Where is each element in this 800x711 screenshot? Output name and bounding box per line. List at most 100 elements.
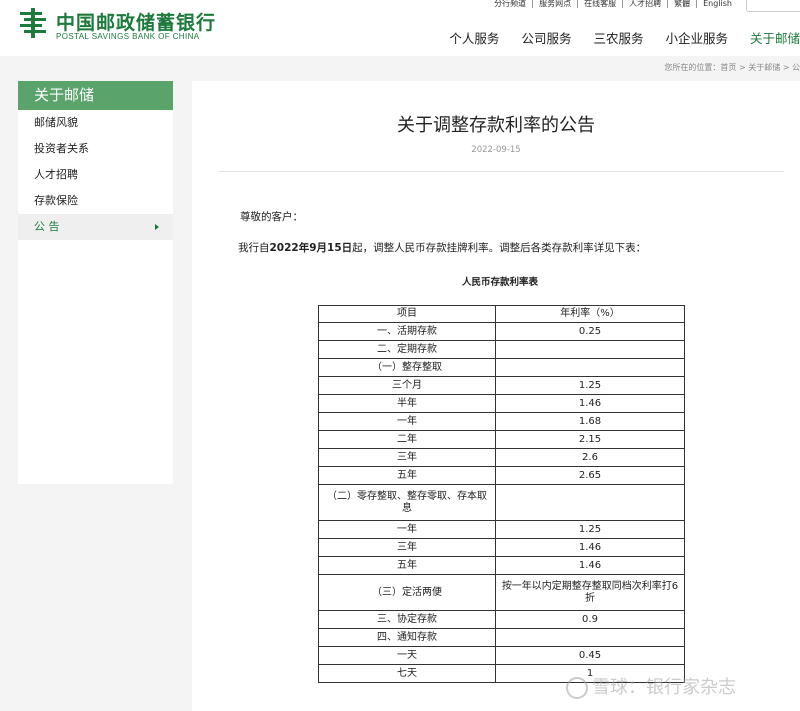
divider [218,171,784,172]
nav-personal[interactable]: 个人服务 [449,28,499,47]
sidebar: 关于邮储 邮储风貌 投资者关系 人才招聘 存款保险 公 告 [18,81,173,484]
watermark-text: 雪球：银行家杂志 [592,677,736,698]
row-item: 一年 [318,412,496,431]
brand-name-cn: 中国邮政储蓄银行 [56,12,217,34]
row-item: 一、活期存款 [318,322,496,341]
table-row: 二年 2.15 [318,430,685,449]
row-rate [495,484,685,521]
row-item: （一）整存整取 [318,358,496,377]
intro-post: 起，调整人民币存款挂牌利率。调整后各类存款利率详见下表： [352,242,647,254]
bank-logo[interactable]: 中国邮政储蓄银行 POSTAL SAVINGS BANK OF CHINA [18,6,218,46]
table-row: 二、定期存款 [318,340,685,359]
sidebar-item-deposit-insurance[interactable]: 存款保险 [18,188,173,214]
sidebar-title: 关于邮储 [18,81,173,110]
brand-name-en: POSTAL SAVINGS BANK OF CHINA [56,32,200,41]
row-rate: 1.25 [495,376,685,395]
nav-small-business[interactable]: 小企业服务 [665,28,728,47]
top-link-outlets[interactable]: 服务网点 [533,0,577,9]
table-row: 三年 1.46 [318,538,685,557]
breadcrumb[interactable]: 您所在的位置：首页 > 关于邮储 > 公 [664,62,800,73]
table-row: 一、活期存款 0.25 [318,322,685,341]
row-item: 一天 [318,646,496,665]
table-row: 五年 2.65 [318,466,685,485]
sidebar-item-label: 存款保险 [34,194,78,207]
row-rate [495,358,685,377]
article-title: 关于调整存款利率的公告 [397,115,595,136]
row-item: 三年 [318,448,496,467]
table-row: 三个月 1.25 [318,376,685,395]
main-nav: 个人服务 公司服务 三农服务 小企业服务 关于邮储 [427,28,800,47]
nav-about[interactable]: 关于邮储 [750,28,800,47]
sidebar-item-label: 公 告 [34,220,60,233]
sidebar-item-careers[interactable]: 人才招聘 [18,162,173,188]
row-item: 五年 [318,466,496,485]
top-link-branches[interactable]: 分行频道 [488,0,532,9]
row-rate: 0.45 [495,646,685,665]
snowball-icon [566,677,588,699]
sidebar-item-label: 邮储风貌 [34,116,78,129]
row-rate: 1.46 [495,556,685,575]
table-row: 三、协定存款 0.9 [318,610,685,629]
header-rate: 年利率（%） [495,305,685,323]
nav-corporate[interactable]: 公司服务 [521,28,571,47]
row-rate: 1.25 [495,520,685,539]
article-date: 2022-09-15 [471,145,521,155]
row-item: 七天 [318,664,496,683]
intro-pre: 我行自 [238,242,270,254]
row-item: 二年 [318,430,496,449]
row-rate: 2.6 [495,448,685,467]
top-link-english[interactable]: English [697,0,738,8]
row-rate [495,628,685,647]
sidebar-item-announcements[interactable]: 公 告 [18,214,173,240]
top-link-careers[interactable]: 人才招聘 [623,0,667,9]
row-item: （三）定活两便 [318,574,496,611]
row-item: 二、定期存款 [318,340,496,359]
sidebar-item-label: 人才招聘 [34,168,78,181]
chevron-right-icon [155,224,159,230]
top-link-online-service[interactable]: 在线客服 [578,0,622,9]
table-row: 一天 0.45 [318,646,685,665]
row-rate: 1.46 [495,538,685,557]
nav-agriculture[interactable]: 三农服务 [593,28,643,47]
row-rate: 2.65 [495,466,685,485]
search-input[interactable] [746,0,800,12]
row-rate [495,340,685,359]
intro-date: 2022年9月15日 [269,242,353,254]
sidebar-item-investor-relations[interactable]: 投资者关系 [18,136,173,162]
sidebar-item-label: 投资者关系 [34,142,89,155]
table-row: （一）整存整取 [318,358,685,377]
table-row: 半年 1.46 [318,394,685,413]
row-rate: 0.9 [495,610,685,629]
top-link-traditional[interactable]: 繁體 [668,0,696,9]
row-item: 三年 [318,538,496,557]
row-rate: 1.68 [495,412,685,431]
article-intro: 我行自2022年9月15日起，调整人民币存款挂牌利率。调整后各类存款利率详见下表… [238,240,646,255]
psbc-logo-icon [20,8,46,38]
table-title: 人民币存款利率表 [461,277,538,288]
row-item: 四、通知存款 [318,628,496,647]
table-row: 一年 1.25 [318,520,685,539]
table-row: 一年 1.68 [318,412,685,431]
sidebar-item-style[interactable]: 邮储风貌 [18,110,173,136]
utility-links: 分行频道 服务网点 在线客服 人才招聘 繁體 English [488,0,738,9]
table-row: （二）零存整取、整存零取、存本取息 [318,484,685,521]
table-row: （三）定活两便 按一年以内定期整存整取同档次利率打6折 [318,574,685,611]
row-item: 一年 [318,520,496,539]
row-item: 三、协定存款 [318,610,496,629]
table-row: 五年 1.46 [318,556,685,575]
row-rate: 按一年以内定期整存整取同档次利率打6折 [495,574,685,611]
row-rate: 1.46 [495,394,685,413]
row-rate: 2.15 [495,430,685,449]
row-item: （二）零存整取、整存零取、存本取息 [318,484,496,521]
row-item: 五年 [318,556,496,575]
table-header-row: 项目 年利率（%） [318,305,685,323]
article-panel: 关于调整存款利率的公告 2022-09-15 尊敬的客户： 我行自2022年9月… [192,81,800,711]
header-item: 项目 [318,305,496,323]
rates-table: 项目 年利率（%） 一、活期存款 0.25 二、定期存款 （一）整存整取 三个月 1… [318,305,685,683]
watermark: 雪球：银行家杂志 [566,673,736,699]
row-rate: 0.25 [495,322,685,341]
table-row: 三年 2.6 [318,448,685,467]
row-item: 半年 [318,394,496,413]
table-row: 四、通知存款 [318,628,685,647]
site-header: 中国邮政储蓄银行 POSTAL SAVINGS BANK OF CHINA 分行… [0,0,800,56]
